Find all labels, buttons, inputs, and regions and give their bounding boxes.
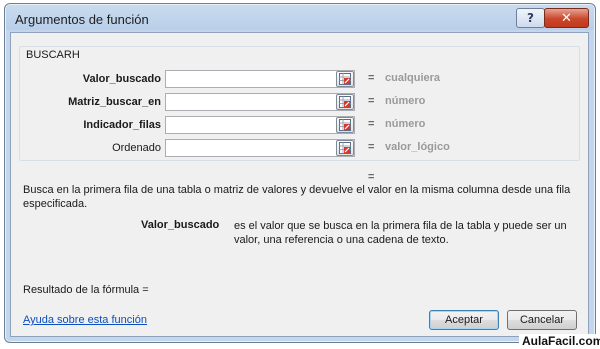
argument-equals: = xyxy=(368,118,375,130)
range-collapse-icon xyxy=(339,119,351,131)
watermark-text: AulaFacil.com xyxy=(519,334,600,348)
accept-button[interactable]: Aceptar xyxy=(429,310,499,330)
cancel-button[interactable]: Cancelar xyxy=(507,310,577,330)
argument-row: Valor_buscado = cualquiera xyxy=(11,70,588,90)
close-icon: ✕ xyxy=(561,10,572,26)
argument-equals: = xyxy=(368,95,375,107)
argument-help-text: es el valor que se busca en la primera f… xyxy=(234,220,567,246)
close-button[interactable]: ✕ xyxy=(544,8,589,28)
argument-equals: = xyxy=(368,72,375,84)
argument-input[interactable] xyxy=(165,139,355,157)
argument-input[interactable] xyxy=(165,70,355,88)
function-arguments-dialog: Argumentos de función ? ✕ BUSCARH Valor_… xyxy=(4,3,596,343)
argument-equals: = xyxy=(368,141,375,153)
argument-label: Ordenado xyxy=(112,142,161,154)
function-name: BUSCARH xyxy=(24,49,82,61)
argument-input[interactable] xyxy=(165,116,355,134)
help-button[interactable]: ? xyxy=(516,8,545,28)
title-bar[interactable]: Argumentos de función ? ✕ xyxy=(5,4,595,32)
argument-row: Indicador_filas = número xyxy=(11,116,588,136)
dialog-title: Argumentos de función xyxy=(15,12,149,27)
range-collapse-icon xyxy=(339,73,351,85)
range-collapse-button[interactable] xyxy=(336,140,354,156)
argument-label: Valor_buscado xyxy=(82,73,161,85)
range-collapse-button[interactable] xyxy=(336,117,354,133)
range-collapse-icon xyxy=(339,96,351,108)
argument-type-hint: valor_lógico xyxy=(385,141,450,153)
dialog-body: BUSCARH Valor_buscado = cualquiera Matriz_b… xyxy=(10,32,589,337)
function-result-equals: = xyxy=(368,171,375,183)
argument-help-label: Valor_buscado xyxy=(141,219,220,231)
question-icon: ? xyxy=(527,11,534,25)
formula-result-label: Resultado de la fórmula = xyxy=(23,284,149,296)
range-collapse-button[interactable] xyxy=(336,71,354,87)
argument-label: Indicador_filas xyxy=(83,119,161,131)
argument-label: Matriz_buscar_en xyxy=(68,96,161,108)
function-help-link[interactable]: Ayuda sobre esta función xyxy=(23,314,147,326)
argument-type-hint: número xyxy=(385,118,426,130)
argument-type-hint: número xyxy=(385,95,426,107)
range-collapse-icon xyxy=(339,142,351,154)
argument-type-hint: cualquiera xyxy=(385,72,441,84)
argument-row: Ordenado = valor_lógico xyxy=(11,139,588,159)
argument-input[interactable] xyxy=(165,93,355,111)
function-description: Busca en la primera fila de una tabla o … xyxy=(23,184,571,210)
argument-row: Matriz_buscar_en = número xyxy=(11,93,588,113)
range-collapse-button[interactable] xyxy=(336,94,354,110)
